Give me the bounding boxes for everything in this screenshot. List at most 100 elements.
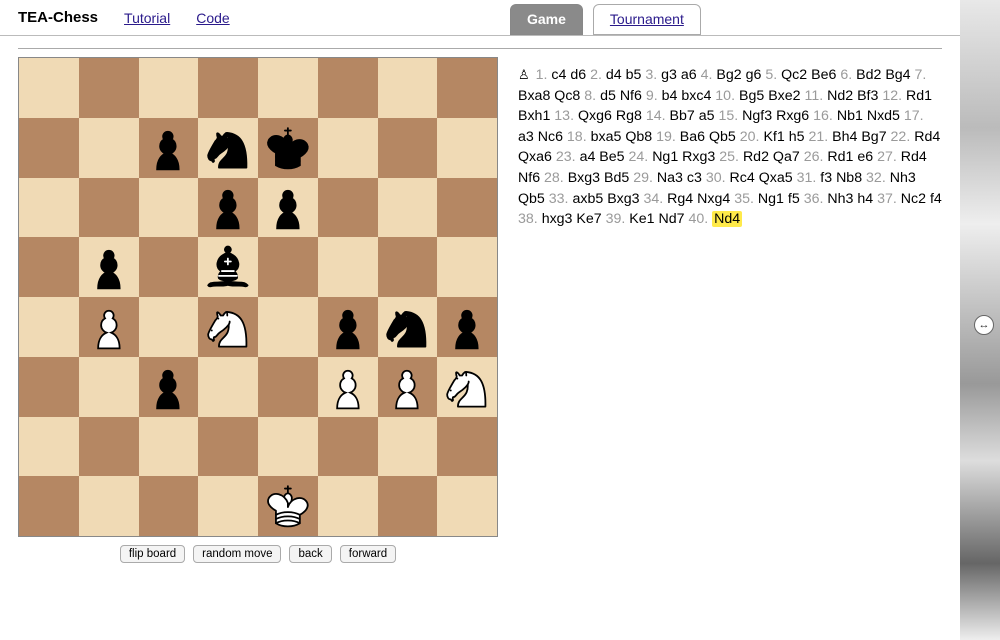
move-black[interactable]: Bxe2 xyxy=(768,88,800,104)
move-black[interactable]: d6 xyxy=(570,67,586,83)
move-white[interactable]: Nh3 xyxy=(890,170,916,186)
square[interactable] xyxy=(139,476,199,536)
move-white[interactable]: Nd2 xyxy=(827,88,853,104)
move-white[interactable]: Kf1 xyxy=(763,129,784,145)
move-white[interactable]: d5 xyxy=(600,88,616,104)
move-black[interactable]: Qc8 xyxy=(554,88,580,104)
square[interactable] xyxy=(378,476,438,536)
move-white[interactable]: Nc2 xyxy=(901,191,926,207)
square[interactable] xyxy=(139,178,199,238)
square[interactable] xyxy=(139,58,199,118)
move-black[interactable]: Bg7 xyxy=(861,129,886,145)
move-black[interactable]: bxc4 xyxy=(681,88,711,104)
white-knight[interactable] xyxy=(437,357,497,417)
square[interactable] xyxy=(139,417,199,477)
square[interactable] xyxy=(318,118,378,178)
move-white[interactable]: Bd2 xyxy=(856,67,881,83)
move-black[interactable]: a5 xyxy=(699,108,715,124)
black-king[interactable] xyxy=(258,118,318,178)
move-black[interactable]: Rg8 xyxy=(616,108,642,124)
move-black[interactable]: Bf3 xyxy=(857,88,878,104)
move-black[interactable]: Nf6 xyxy=(620,88,642,104)
square[interactable] xyxy=(198,357,258,417)
square[interactable] xyxy=(318,237,378,297)
move-black[interactable]: Qxa5 xyxy=(759,170,793,186)
move-white[interactable]: Rd2 xyxy=(743,149,769,165)
tab-tournament[interactable]: Tournament xyxy=(593,4,701,35)
black-bishop[interactable] xyxy=(198,237,258,297)
move-black[interactable]: Nf6 xyxy=(518,170,540,186)
square[interactable] xyxy=(198,58,258,118)
move-list[interactable]: ♙ 1. c4 d6 2. d4 b5 3. g3 a6 4. Bg2 g6 5… xyxy=(518,57,942,563)
move-white[interactable]: Na3 xyxy=(657,170,683,186)
move-black[interactable]: Rxg6 xyxy=(776,108,809,124)
flip-board-button[interactable]: flip board xyxy=(120,545,185,563)
black-pawn[interactable] xyxy=(139,357,199,417)
square[interactable] xyxy=(139,297,199,357)
square[interactable] xyxy=(437,58,497,118)
square[interactable] xyxy=(79,178,139,238)
move-white[interactable]: c4 xyxy=(551,67,566,83)
move-white[interactable]: a3 xyxy=(518,129,534,145)
square[interactable] xyxy=(378,58,438,118)
square[interactable] xyxy=(258,417,318,477)
move-white[interactable]: Rd1 xyxy=(906,88,932,104)
square[interactable] xyxy=(258,58,318,118)
move-white[interactable]: Rc4 xyxy=(730,170,755,186)
move-black[interactable]: Ke7 xyxy=(576,211,601,227)
square[interactable] xyxy=(318,58,378,118)
black-knight[interactable] xyxy=(198,118,258,178)
move-black[interactable]: Nc6 xyxy=(538,129,563,145)
chess-board[interactable] xyxy=(18,57,498,537)
square[interactable] xyxy=(378,417,438,477)
move-white[interactable]: g3 xyxy=(661,67,677,83)
move-black[interactable]: Bg4 xyxy=(885,67,910,83)
square[interactable] xyxy=(198,476,258,536)
square[interactable] xyxy=(378,118,438,178)
square[interactable] xyxy=(437,178,497,238)
move-white[interactable]: Bh4 xyxy=(832,129,857,145)
square[interactable] xyxy=(19,178,79,238)
square[interactable] xyxy=(19,357,79,417)
move-white[interactable]: Bxg3 xyxy=(568,170,600,186)
square[interactable] xyxy=(19,297,79,357)
move-white[interactable]: Bg5 xyxy=(739,88,764,104)
square[interactable] xyxy=(19,58,79,118)
move-black[interactable]: Qb5 xyxy=(709,129,736,145)
white-pawn[interactable] xyxy=(318,357,378,417)
square[interactable] xyxy=(437,476,497,536)
move-white[interactable]: Ke1 xyxy=(629,211,654,227)
black-pawn[interactable] xyxy=(198,178,258,238)
move-black[interactable]: b5 xyxy=(626,67,642,83)
move-white[interactable]: Ng1 xyxy=(758,191,784,207)
move-black[interactable]: Nd7 xyxy=(659,211,685,227)
black-pawn[interactable] xyxy=(258,178,318,238)
move-black[interactable]: Qxa6 xyxy=(518,149,552,165)
random-move-button[interactable]: random move xyxy=(193,545,281,563)
move-black[interactable]: Be5 xyxy=(599,149,624,165)
square[interactable] xyxy=(19,476,79,536)
square[interactable] xyxy=(258,297,318,357)
black-pawn[interactable] xyxy=(318,297,378,357)
move-white[interactable]: Ng1 xyxy=(652,149,678,165)
move-black[interactable]: f4 xyxy=(930,191,942,207)
white-pawn[interactable] xyxy=(378,357,438,417)
move-black[interactable]: Nxg4 xyxy=(697,191,730,207)
move-black[interactable]: Qa7 xyxy=(773,149,800,165)
move-white[interactable]: a4 xyxy=(580,149,596,165)
black-pawn[interactable] xyxy=(79,237,139,297)
nav-tutorial[interactable]: Tutorial xyxy=(124,10,170,26)
move-white[interactable]: b4 xyxy=(662,88,678,104)
square[interactable] xyxy=(318,178,378,238)
move-white[interactable]: bxa5 xyxy=(591,129,622,145)
move-black[interactable]: Qb8 xyxy=(625,129,652,145)
move-white[interactable]: Rd4 xyxy=(901,149,927,165)
tab-game[interactable]: Game xyxy=(510,4,583,35)
move-white[interactable]: Nh3 xyxy=(827,191,853,207)
nav-code[interactable]: Code xyxy=(196,10,229,26)
square[interactable] xyxy=(318,476,378,536)
white-king[interactable] xyxy=(258,476,318,536)
square[interactable] xyxy=(378,237,438,297)
move-white[interactable]: Nb1 xyxy=(837,108,863,124)
move-white[interactable]: d4 xyxy=(606,67,622,83)
